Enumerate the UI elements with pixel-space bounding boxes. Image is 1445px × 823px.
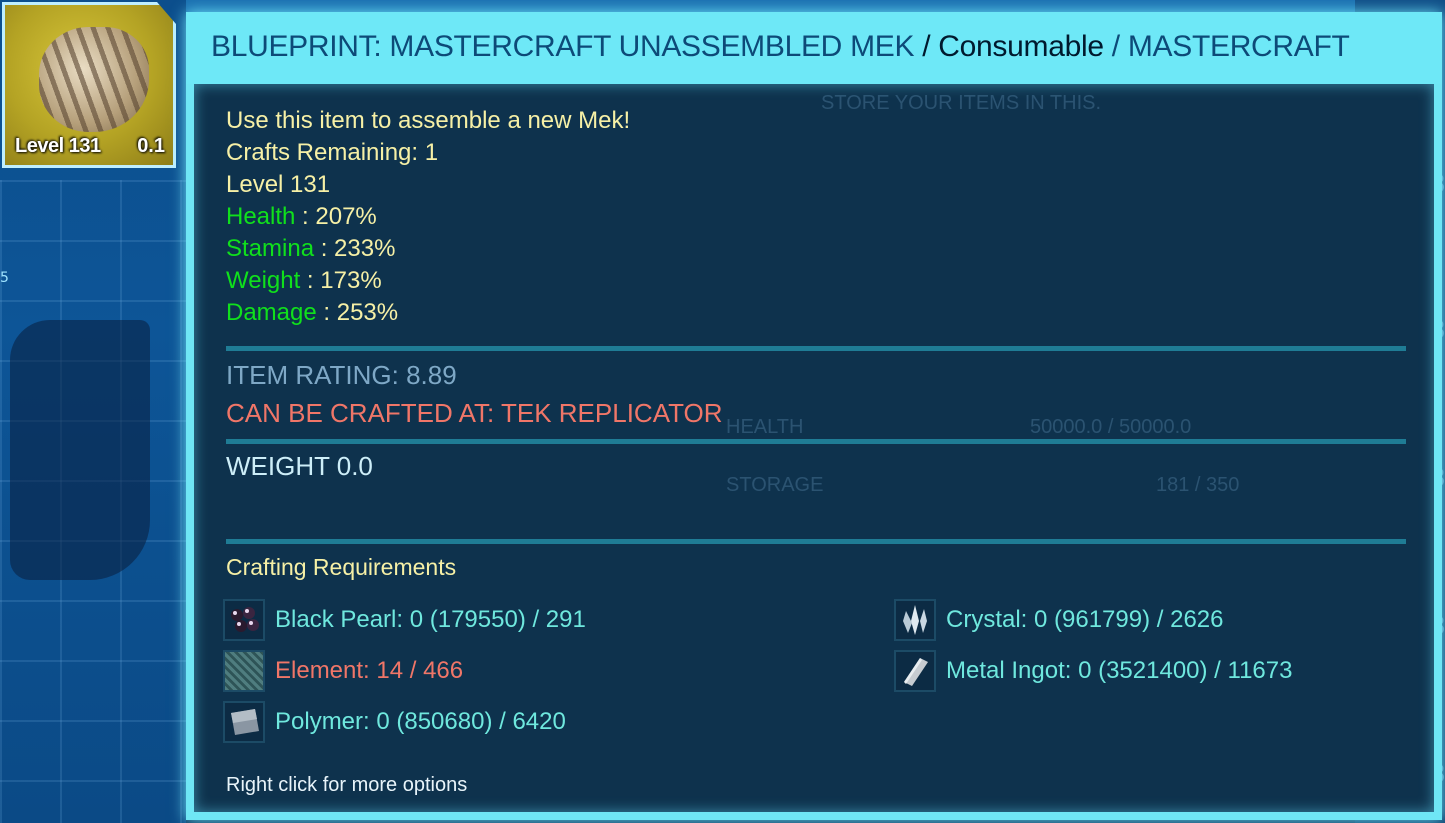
requirement-polymer: Polymer: 0 (850680) / 6420: [223, 700, 566, 744]
ghost-health-value: 50000.0 / 50000.0: [1030, 416, 1192, 438]
stat-health: Health : 207%: [226, 203, 377, 231]
requirement-element: Element: 14 / 466: [223, 649, 463, 693]
ghost-store-hint: STORE YOUR ITEMS IN THIS.: [821, 92, 1102, 114]
requirement-text: Crystal: 0 (961799) / 2626: [946, 606, 1224, 633]
title-separator: /: [1103, 30, 1128, 63]
polymer-icon: [223, 701, 265, 743]
stat-value: : 253%: [316, 299, 399, 326]
inventory-slot-selected[interactable]: Level 131 0.1: [2, 2, 176, 168]
requirement-text: Element: 14 / 466: [275, 657, 464, 684]
crafts-remaining: Crafts Remaining: 1: [226, 139, 439, 166]
background-left-number: 5: [0, 270, 9, 286]
requirement-black-pearl: Black Pearl: 0 (179550) / 291: [223, 598, 586, 642]
stat-name: Health: [226, 203, 296, 230]
divider: [226, 346, 1406, 351]
ghost-health-label: HEALTH: [726, 416, 804, 438]
tooltip-header: BLUEPRINT: MASTERCRAFT UNASSEMBLED MEK /…: [186, 12, 1442, 84]
title-item-name: BLUEPRINT: MASTERCRAFT UNASSEMBLED MEK: [211, 30, 915, 63]
stat-value: : 233%: [314, 235, 396, 262]
title-item-type: Consumable: [938, 30, 1104, 63]
stat-name: Stamina: [226, 235, 315, 262]
background-shadow: [10, 320, 150, 580]
stat-value: : 173%: [300, 267, 382, 294]
tooltip-body: STORE YOUR ITEMS IN THIS. HEALTH 50000.0…: [194, 84, 1434, 812]
slot-weight: 0.1: [137, 135, 165, 157]
requirement-text: Black Pearl: 0 (179550) / 291: [275, 606, 586, 633]
requirement-metal-ingot: Metal Ingot: 0 (3521400) / 11673: [894, 649, 1292, 693]
requirement-text: Metal Ingot: 0 (3521400) / 11673: [946, 657, 1293, 684]
stat-name: Damage: [226, 299, 317, 326]
metal-ingot-icon: [894, 650, 936, 692]
item-description: Use this item to assemble a new Mek!: [226, 107, 631, 134]
stat-stamina: Stamina : 233%: [226, 235, 395, 263]
stat-name: Weight: [226, 267, 301, 294]
item-weight: WEIGHT 0.0: [226, 451, 373, 481]
right-click-hint: Right click for more options: [226, 774, 468, 796]
ghost-storage-value: 181 / 350: [1156, 474, 1240, 496]
black-pearl-icon: [223, 599, 265, 641]
stat-damage: Damage : 253%: [226, 299, 398, 327]
item-rating: ITEM RATING: 8.89: [226, 360, 457, 390]
slot-level: Level 131: [15, 135, 101, 157]
tooltip-title: BLUEPRINT: MASTERCRAFT UNASSEMBLED MEK /…: [211, 30, 1350, 64]
crafted-at: CAN BE CRAFTED AT: TEK REPLICATOR: [226, 398, 723, 428]
item-tooltip: BLUEPRINT: MASTERCRAFT UNASSEMBLED MEK /…: [186, 12, 1442, 820]
ghost-storage-label: STORAGE: [726, 474, 824, 496]
crystal-icon: [894, 599, 936, 641]
title-quality: MASTERCRAFT: [1127, 30, 1350, 63]
item-level: Level 131: [226, 171, 331, 198]
requirement-crystal: Crystal: 0 (961799) / 2626: [894, 598, 1224, 642]
requirement-text: Polymer: 0 (850680) / 6420: [275, 708, 566, 735]
crafting-requirements-title: Crafting Requirements: [226, 554, 457, 580]
element-icon: [223, 650, 265, 692]
divider: [226, 539, 1406, 544]
unassembled-mek-icon: [39, 27, 149, 132]
divider: [226, 439, 1406, 444]
title-separator: /: [914, 30, 939, 63]
stat-value: : 207%: [295, 203, 377, 230]
stat-weight: Weight : 173%: [226, 267, 382, 295]
